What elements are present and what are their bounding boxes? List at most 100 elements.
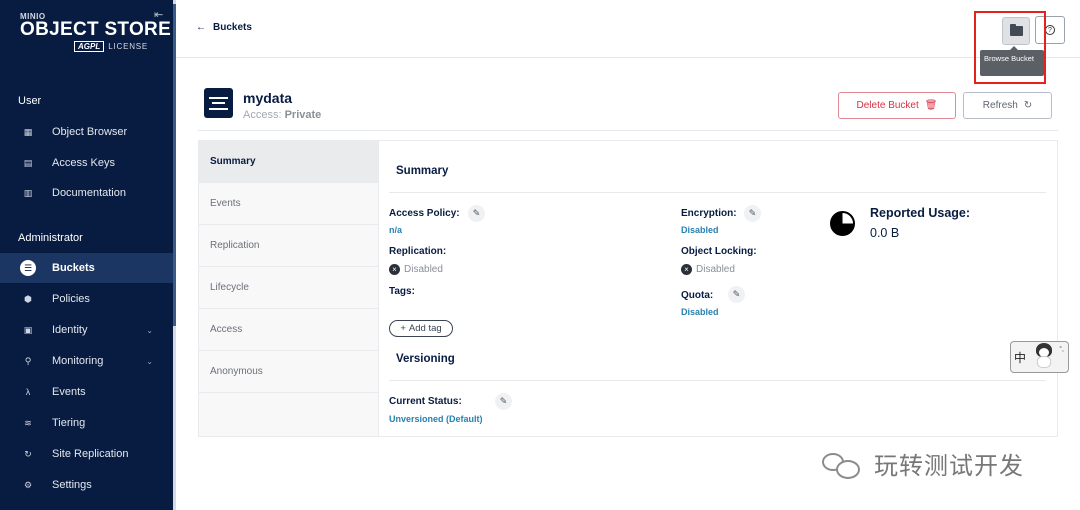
add-tag-label: Add tag xyxy=(408,323,442,334)
trash-icon: 🗑 xyxy=(924,100,938,111)
sidebar-item-identity[interactable]: ▣ Identity ⌄ xyxy=(0,315,173,345)
replication-value: × Disabled xyxy=(389,264,443,275)
page-header: ← Buckets xyxy=(176,0,1080,58)
quota-label: Quota: xyxy=(681,290,714,301)
sidebar-item-label: Events xyxy=(52,386,86,398)
ime-mode-label: 中 xyxy=(1014,351,1027,365)
section-title-administrator: Administrator xyxy=(18,232,83,244)
sidebar-item-label: Identity xyxy=(52,324,88,336)
section-title-user: User xyxy=(18,95,42,107)
versioning-status-value[interactable]: Unversioned (Default) xyxy=(389,414,483,424)
delete-bucket-label: Delete Bucket xyxy=(856,100,919,111)
edit-quota-icon[interactable]: ✎ xyxy=(728,286,745,303)
tab-access[interactable]: Access xyxy=(199,309,378,351)
ime-mascot-icon xyxy=(1033,342,1055,368)
sidebar-item-label: Buckets xyxy=(52,262,95,274)
sidebar-item-events[interactable]: λ Events xyxy=(0,377,173,407)
refresh-button[interactable]: Refresh ↻ xyxy=(963,92,1052,119)
folder-icon xyxy=(1009,24,1023,36)
sidebar-item-monitoring[interactable]: ⚲ Monitoring ⌄ xyxy=(0,346,173,376)
sidebar-item-label: Documentation xyxy=(52,187,126,199)
site-replication-icon: ↻ xyxy=(24,448,32,459)
chevron-down-icon: ⌄ xyxy=(146,356,153,366)
sidebar-item-policies[interactable]: ⬢ Policies xyxy=(0,284,173,314)
delete-bucket-button[interactable]: Delete Bucket 🗑 xyxy=(838,92,956,119)
add-tag-button[interactable]: + Add tag xyxy=(389,320,453,337)
divider xyxy=(389,380,1046,381)
access-policy-value[interactable]: n/a xyxy=(389,225,402,235)
tab-lifecycle[interactable]: Lifecycle xyxy=(199,267,378,309)
disabled-icon: × xyxy=(681,264,692,275)
ime-extra: °, xyxy=(1059,346,1064,353)
arrow-left-icon: ← xyxy=(196,22,206,33)
summary-title: Summary xyxy=(396,165,449,177)
sidebar-item-object-browser[interactable]: ▦ Object Browser xyxy=(0,117,173,147)
sidebar-item-label: Access Keys xyxy=(52,157,115,169)
sidebar-item-tiering[interactable]: ≋ Tiering xyxy=(0,408,173,438)
reported-usage-label: Reported Usage: xyxy=(870,206,971,220)
edit-encryption-icon[interactable]: ✎ xyxy=(744,205,761,222)
current-status-label: Current Status: xyxy=(389,396,462,407)
reported-usage-value: 0.0 B xyxy=(870,226,900,240)
bucket-access-value: Private xyxy=(284,109,322,121)
sidebar-item-label: Policies xyxy=(52,293,90,305)
versioning-title: Versioning xyxy=(396,353,455,365)
collapse-sidebar-icon[interactable]: ⇤ xyxy=(154,8,163,21)
sidebar-item-label: Settings xyxy=(52,479,92,491)
divider xyxy=(389,192,1046,193)
watermark-text: 玩转测试开发 xyxy=(874,452,1024,480)
sidebar-item-settings[interactable]: ⚙ Settings xyxy=(0,470,173,500)
encryption-label: Encryption: xyxy=(681,208,737,219)
browse-bucket-tooltip: Browse Bucket xyxy=(980,46,1044,76)
object-browser-icon: ▦ xyxy=(23,126,33,137)
sidebar-item-buckets[interactable]: ☰ Buckets xyxy=(0,253,173,283)
quota-value[interactable]: Disabled xyxy=(681,307,719,317)
object-locking-value: × Disabled xyxy=(681,264,735,275)
logo-license-badge: AGPL xyxy=(74,41,105,52)
help-button[interactable]: ? xyxy=(1035,16,1065,44)
usage-pie-icon xyxy=(830,211,855,236)
refresh-label: Refresh xyxy=(982,100,1018,111)
back-link-label: Buckets xyxy=(213,22,252,33)
replication-label: Replication: xyxy=(389,246,447,257)
bucket-icon xyxy=(204,88,233,118)
divider xyxy=(198,130,1058,131)
access-keys-icon: ▤ xyxy=(23,157,33,168)
tiering-icon: ≋ xyxy=(24,417,32,428)
minio-logo[interactable]: MINIO OBJECT STORE AGPL LICENSE xyxy=(20,12,171,52)
settings-icon: ⚙ xyxy=(23,479,33,490)
object-locking-label: Object Locking: xyxy=(681,246,757,257)
bucket-access: Access: Private xyxy=(243,109,322,121)
tab-events[interactable]: Events xyxy=(199,183,378,225)
sidebar-item-label: Monitoring xyxy=(52,355,104,367)
documentation-icon: ▥ xyxy=(23,187,33,198)
encryption-value[interactable]: Disabled xyxy=(681,225,719,235)
watermark: 玩转测试开发 xyxy=(820,446,1024,481)
help-icon: ? xyxy=(1045,25,1055,35)
monitoring-icon: ⚲ xyxy=(24,355,32,366)
edit-versioning-icon[interactable]: ✎ xyxy=(495,393,512,410)
bucket-name: mydata xyxy=(243,90,293,106)
sidebar: MINIO OBJECT STORE AGPL LICENSE ⇤ User ▦… xyxy=(0,0,173,510)
refresh-icon: ↻ xyxy=(1023,100,1033,111)
summary-panel xyxy=(379,140,1058,437)
sidebar-item-access-keys[interactable]: ▤ Access Keys xyxy=(0,148,173,178)
identity-icon: ▣ xyxy=(23,324,33,335)
wechat-icon xyxy=(820,449,868,479)
back-to-buckets-link[interactable]: ← Buckets xyxy=(196,22,252,33)
tab-anonymous[interactable]: Anonymous xyxy=(199,351,378,393)
logo-product: OBJECT STORE xyxy=(20,19,172,40)
chevron-down-icon: ⌄ xyxy=(146,325,153,335)
sidebar-item-label: Site Replication xyxy=(52,448,129,460)
browse-bucket-button[interactable] xyxy=(1002,17,1030,45)
disabled-icon: × xyxy=(389,264,400,275)
sidebar-item-site-replication[interactable]: ↻ Site Replication xyxy=(0,439,173,469)
tab-replication[interactable]: Replication xyxy=(199,225,378,267)
tab-summary[interactable]: Summary xyxy=(199,141,378,183)
policies-icon: ⬢ xyxy=(24,293,32,304)
sidebar-item-documentation[interactable]: ▥ Documentation xyxy=(0,178,173,208)
access-policy-label: Access Policy: xyxy=(389,208,460,219)
buckets-icon: ☰ xyxy=(20,260,36,276)
ime-indicator[interactable]: 中 °, xyxy=(1010,341,1069,373)
edit-access-policy-icon[interactable]: ✎ xyxy=(468,205,485,222)
